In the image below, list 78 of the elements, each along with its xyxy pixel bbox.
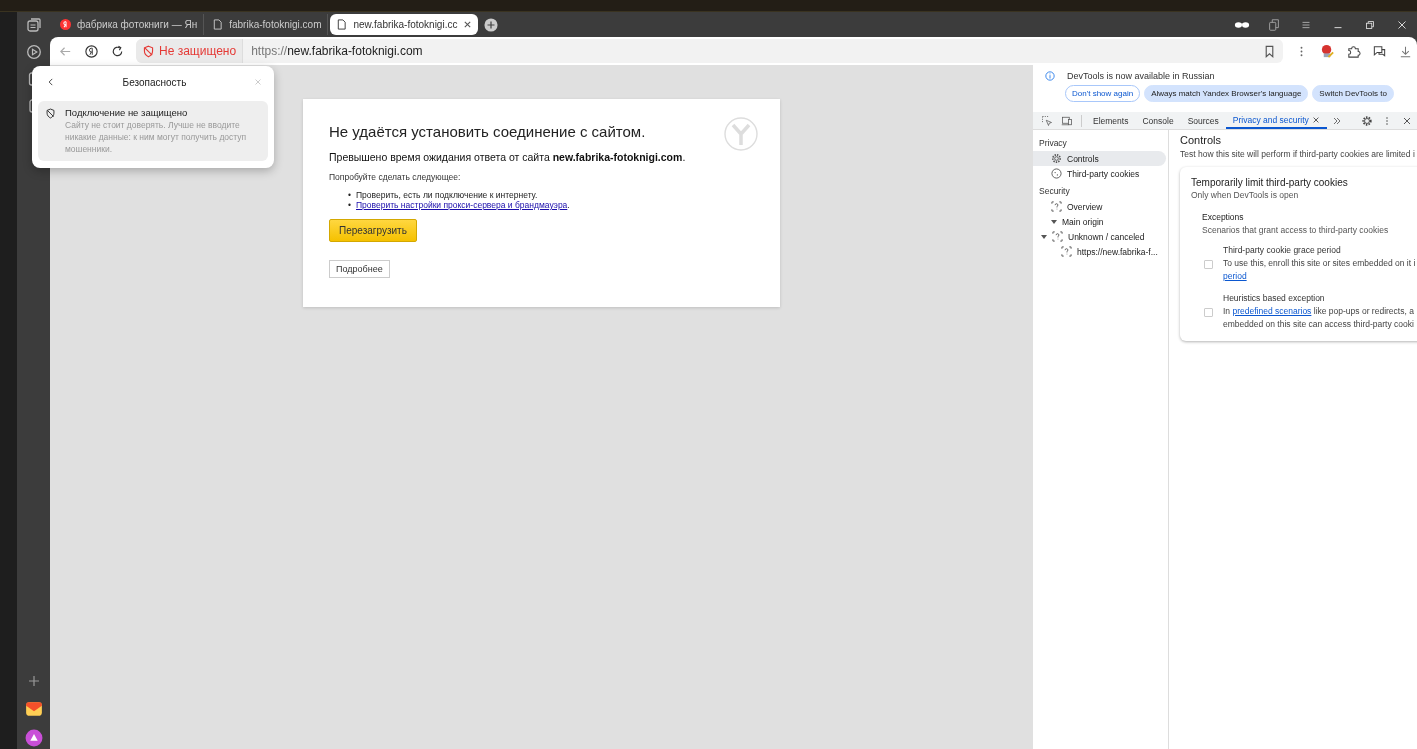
devtools-tab[interactable]: Elements [1086, 112, 1136, 129]
close-icon[interactable] [1311, 115, 1320, 124]
close-icon[interactable] [463, 20, 473, 29]
option-description: To use this, enroll this site or sites embedded on it i period [1223, 257, 1416, 281]
unknown-status-icon [1051, 201, 1062, 212]
new-tab-icon[interactable] [484, 17, 499, 32]
browser-logo-icon [724, 117, 758, 151]
back-icon[interactable] [46, 77, 56, 87]
option-title: Third-party cookie grace period [1223, 245, 1342, 255]
checkbox[interactable] [1204, 307, 1213, 317]
reload-button[interactable]: Перезагрузить [329, 219, 417, 242]
error-title: Не удаётся установить соединение с сайтом. [329, 123, 646, 140]
page-icon [212, 19, 224, 30]
option-link[interactable]: period [1223, 271, 1247, 281]
page-icon [336, 19, 348, 30]
card-title: Temporarily limit third-party cookies [1191, 177, 1349, 188]
bullet: • [348, 200, 352, 210]
gear-icon [1051, 153, 1062, 164]
sidebar-item[interactable]: Main origin [1033, 214, 1166, 229]
extension-icon[interactable] [1320, 43, 1335, 59]
sidebar-item[interactable]: Overview [1033, 199, 1166, 214]
assistant-icon[interactable] [24, 729, 43, 747]
sidebar-item[interactable]: https://new.fabrika-f... [1033, 244, 1166, 259]
option-link[interactable]: predefined scenarios [1232, 306, 1312, 316]
error-message: Превышено время ожидания ответа от сайта new.fabrika-fotoknigi.com. [329, 151, 687, 163]
section-heading: Privacy [1038, 137, 1068, 150]
tabs-icon[interactable] [25, 17, 42, 33]
exceptions-description: Scenarios that grant access to third-party cookies [1202, 225, 1390, 235]
puzzle-icon[interactable] [1346, 43, 1361, 59]
yandex-logo-icon[interactable] [84, 43, 99, 59]
play-icon[interactable] [25, 44, 42, 60]
notice-text: DevTools is now available in Russian [1067, 71, 1215, 81]
reload-icon[interactable] [110, 43, 125, 59]
shield-icon [45, 108, 56, 119]
unknown-status-icon [1052, 231, 1063, 242]
notice-button[interactable]: Switch DevTools to [1312, 85, 1394, 102]
checkbox[interactable] [1204, 259, 1213, 269]
sidebar-item[interactable]: Controls [1033, 151, 1166, 166]
notice-button[interactable]: Don't show again [1065, 85, 1141, 102]
inspect-icon[interactable] [1041, 114, 1053, 127]
details-button[interactable]: Подробнее [329, 260, 390, 278]
browser-tab[interactable]: fabrika-fotoknigi.com [206, 14, 329, 35]
exceptions-heading: Exceptions [1202, 212, 1245, 222]
suggestion-text: Проверить настройки прокси-сервера и брандмауэра. [356, 200, 570, 210]
panel-title: Controls [1180, 134, 1222, 146]
section-heading: Security [1038, 185, 1071, 198]
url-field[interactable]: https://new.fabrika-fotoknigi.com [251, 44, 1254, 58]
sidebar-item[interactable]: Unknown / canceled [1033, 229, 1166, 244]
suggestions-heading: Попробуйте сделать следующее: [329, 172, 462, 182]
option-title: Heuristics based exception [1223, 293, 1326, 303]
devtools-tab[interactable]: Privacy and security [1225, 112, 1327, 129]
notice-button[interactable]: Always match Yandex Browser's language [1144, 85, 1309, 102]
info-icon [1045, 71, 1055, 81]
bullet: • [348, 190, 352, 200]
option-description: In predefined scenarios like pop-ups or redirects, a embedded on this site can access third-party cooki [1223, 305, 1414, 329]
cookie-icon [1051, 168, 1062, 179]
browser-tab[interactable]: фабрика фотокниги — Ян [54, 14, 205, 35]
security-status-button[interactable]: Не защищено [136, 39, 244, 63]
suggestion-text: Проверить, есть ли подключение к интернету. [356, 190, 538, 200]
card-subtitle: Only when DevTools is open [1191, 190, 1300, 200]
expand-arrow-icon[interactable] [1051, 219, 1057, 224]
popup-title: Безопасность [122, 76, 187, 88]
expand-arrow-icon[interactable] [1041, 234, 1047, 239]
shield-icon [142, 44, 155, 58]
collections-icon[interactable] [1266, 17, 1282, 32]
sidebar-item[interactable]: Third-party cookies [1033, 166, 1166, 181]
settings-icon[interactable] [1361, 114, 1373, 127]
browser-tab[interactable]: new.fabrika-fotoknigi.cc [330, 14, 479, 35]
connection-status: Подключение не защищено [65, 107, 189, 118]
panel-description: Test how this site will perform if third-party cookies are limited i [1180, 149, 1416, 159]
unknown-status-icon [1061, 246, 1072, 257]
chat-icon[interactable] [1372, 43, 1387, 59]
device-toolbar-icon[interactable] [1061, 114, 1073, 127]
mail-icon[interactable] [24, 700, 43, 718]
warning-text: Сайту не стоит доверять. Лучше не вводите никакие данные: к ним могут получить доступ мошенники. [65, 119, 248, 155]
yandex-icon [60, 19, 71, 30]
devtools-tab[interactable]: Sources [1180, 112, 1226, 129]
devtools-tab[interactable]: Console [1135, 112, 1181, 129]
